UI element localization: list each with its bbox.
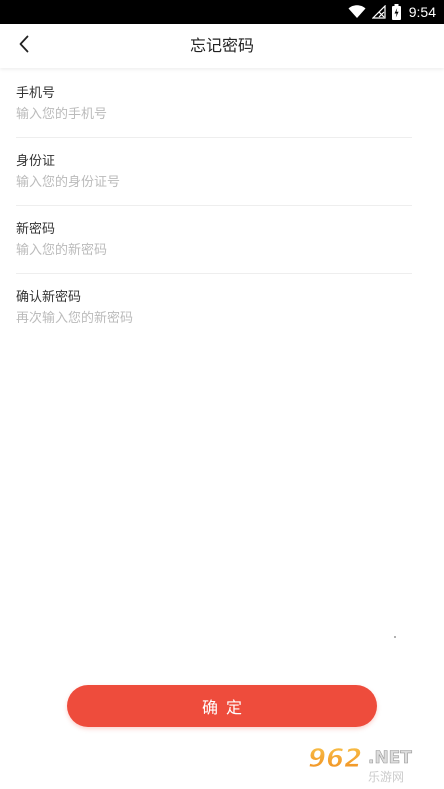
wifi-icon [348,5,366,19]
phone-label: 手机号 [16,86,56,101]
no-signal-icon [371,5,386,19]
phone-input[interactable] [16,104,396,124]
new-password-input[interactable] [16,240,396,260]
stray-dot [394,636,396,638]
id-card-label: 身份证 [16,154,56,169]
confirm-password-label: 确认新密码 [16,290,82,305]
status-bar: 9:54 [0,0,444,24]
page-title: 忘记密码 [189,36,254,55]
forgot-password-form: 手机号 身份证 新密码 确认新密码 [0,70,444,341]
confirm-password-input[interactable] [16,308,396,328]
id-card-input[interactable] [16,172,396,192]
svg-text:962: 962 [308,744,362,774]
confirm-password-field-row: 确认新密码 [16,274,412,341]
phone-field-row: 手机号 [16,70,412,138]
confirm-button[interactable]: 确定 [67,685,377,727]
id-card-field-row: 身份证 [16,138,412,206]
svg-text:.NET: .NET [368,748,412,768]
new-password-label: 新密码 [16,222,56,237]
new-password-field-row: 新密码 [16,206,412,274]
svg-text:乐游网: 乐游网 [368,770,404,784]
nav-bar: 忘记密码 [0,24,444,68]
watermark-logo: 962 .NET 乐游网 [302,741,438,785]
status-time: 9:54 [408,4,436,20]
battery-charging-icon [391,4,401,20]
status-icons: 9:54 [348,2,436,22]
